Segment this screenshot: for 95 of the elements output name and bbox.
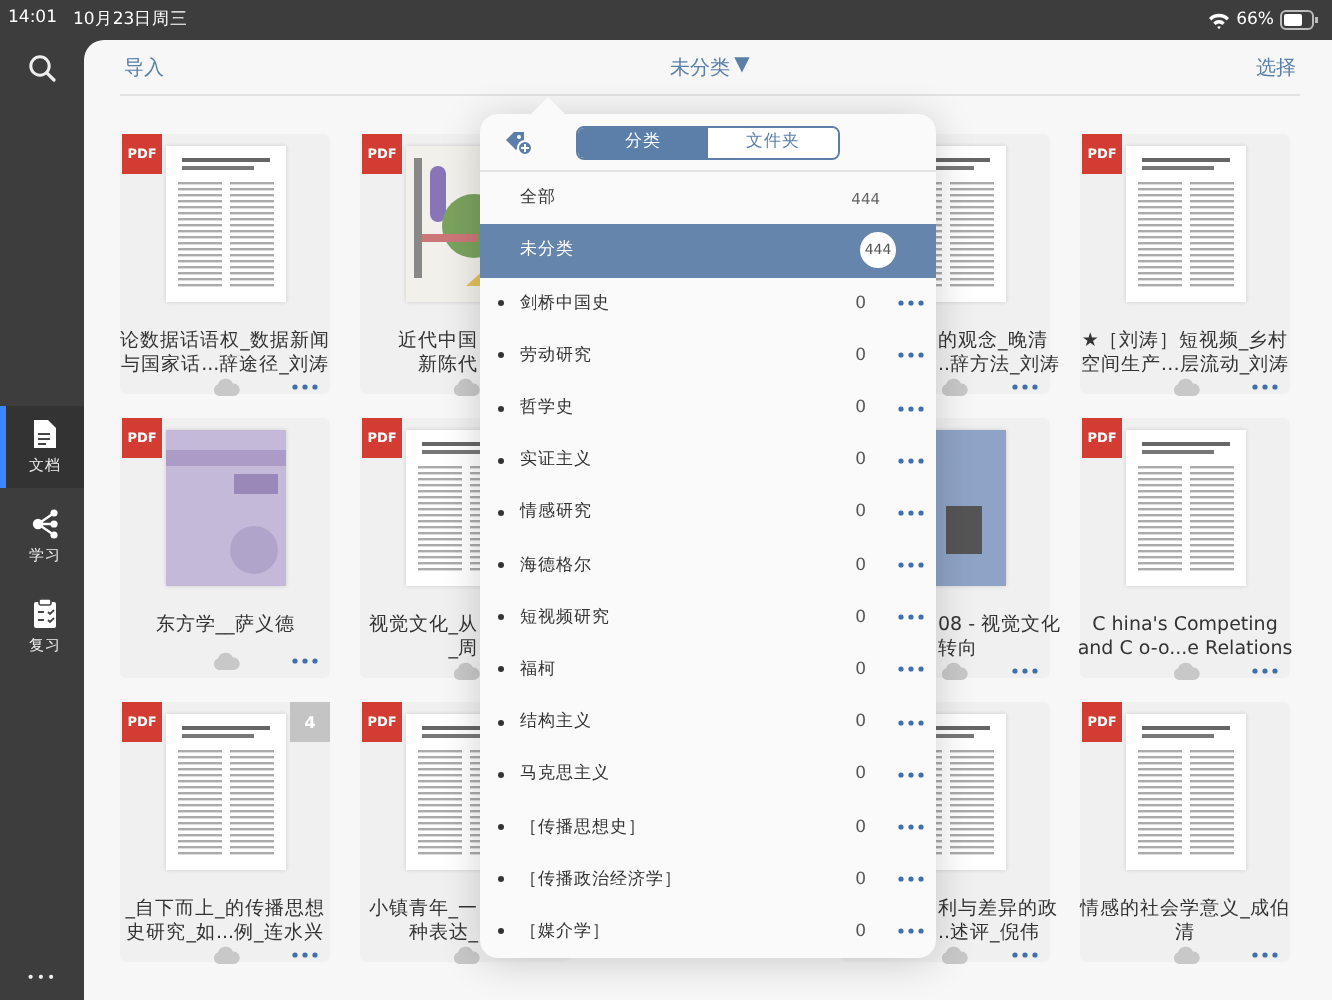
bullet-icon [498,562,504,569]
category-row[interactable]: ［媒介学］ 0 [480,905,936,958]
more-icon[interactable] [898,666,924,673]
select-link[interactable]: 选择 [1255,53,1296,81]
bullet-icon [498,928,504,935]
category-row[interactable]: 情感研究 0 [480,486,936,539]
document-title: 的观念_晚清 ..辞方法_刘涛 [938,330,1060,378]
bullet-icon [498,457,504,464]
document-title: _自下而上_的传播思想 史研究_如...例_连水兴 [125,898,325,946]
category-row[interactable]: 劳动研究 0 [480,329,936,382]
document-thumbnail[interactable] [1125,430,1245,586]
clipboard-icon [32,598,58,630]
item-count: 0 [855,869,866,890]
item-count: 0 [855,607,866,628]
bullet-icon [498,876,504,883]
document-title: 视觉文化_从 _周 [368,614,478,662]
item-count: 0 [855,712,866,733]
more-icon[interactable] [898,300,924,307]
battery-icon [1280,10,1320,30]
more-icon[interactable] [1012,668,1038,674]
category-dropdown[interactable]: 未分类 ▼ [670,53,750,81]
item-count: 0 [855,555,866,576]
more-icon[interactable] [1252,668,1278,674]
bullet-icon [498,824,504,831]
more-icon[interactable] [898,876,924,883]
more-icon[interactable] [1012,952,1038,958]
category-row[interactable]: ［传播政治经济学］ 0 [480,853,936,906]
page-count-badge: 4 [290,702,330,742]
more-icon[interactable] [898,771,924,778]
document-title: 近代中国 新陈代 [398,330,478,378]
item-count: 0 [855,345,866,366]
bullet-icon [498,509,504,516]
category-row[interactable]: 马克思主义 0 [480,748,936,801]
bullet-icon [498,405,504,412]
import-link[interactable]: 导入 [124,53,164,81]
item-count: 0 [855,659,866,680]
date-text: 10月23日周三 [73,8,189,32]
more-icon[interactable] [898,928,924,935]
more-icon[interactable] [898,719,924,726]
category-row[interactable]: 短视频研究 0 [480,591,936,644]
document-thumbnail[interactable] [165,714,285,870]
more-icon[interactable] [292,952,318,958]
document-title: 论数据话语权_数据新闻 与国家话...辞途径_刘涛 [120,330,330,378]
item-count: 0 [855,817,866,838]
bullet-icon [498,614,504,621]
item-count: 0 [855,293,866,314]
category-row[interactable]: 海德格尔 0 [480,539,936,592]
category-row[interactable]: 结构主义 0 [480,696,936,749]
bullet-icon [498,300,504,307]
more-icon[interactable] [898,562,924,569]
category-row[interactable]: 实证主义 0 [480,434,936,487]
tag-add-icon[interactable] [504,129,534,156]
network-icon [32,508,58,540]
bullet-icon [498,666,504,673]
bullet-icon [498,771,504,778]
document-title: 利与差异的政 ..述评_倪伟 [938,898,1058,946]
category-row[interactable]: ［传播思想史］ 0 [480,800,936,854]
battery-percent: 66% [1236,10,1274,30]
more-icon[interactable] [898,509,924,516]
more-icon[interactable] [898,824,924,831]
clock-time: 14:01 [8,8,57,32]
item-count: 0 [855,398,866,419]
more-icon[interactable] [898,352,924,359]
item-count: 0 [855,921,866,942]
more-icon[interactable] [898,457,924,464]
category-row[interactable]: 剑桥中国史 0 [480,277,936,330]
document-title: 08 - 视觉文化 转向 [938,614,1062,662]
category-row[interactable]: 哲学史 0 [480,381,936,435]
document-title: 东方学__萨义德 [155,614,295,640]
category-row[interactable]: 福柯 0 [480,643,936,697]
item-count: 0 [855,764,866,785]
more-icon[interactable] [292,384,318,390]
document-title: ★［刘涛］短视频_乡村 空间生产…层流动_刘涛 [1080,330,1290,378]
more-icon[interactable] [1012,384,1038,390]
document-icon [32,418,58,450]
document-thumbnail[interactable] [165,430,285,586]
document-thumbnail[interactable] [1125,146,1245,302]
document-title: 情感的社会学意义_成伯 清 [1080,898,1290,946]
wifi-icon [1208,11,1231,29]
more-icon[interactable] [1252,952,1278,958]
more-icon[interactable] [292,658,318,664]
search-icon[interactable] [28,54,56,82]
more-icon[interactable] [1252,384,1278,390]
bullet-icon [498,719,504,726]
document-thumbnail[interactable] [1125,714,1245,870]
item-count: 0 [855,450,866,471]
bullet-icon [498,352,504,359]
document-title: C hina's Competing and C o-o...e Relations [1077,614,1293,662]
document-title: 小镇青年_一 种表达_ [368,898,478,946]
more-icon[interactable] [898,614,924,621]
segment-tab[interactable]: 文件夹 [708,127,838,158]
segment-tab[interactable]: 分类 [578,127,708,158]
more-icon[interactable] [898,405,924,412]
item-count: 0 [855,502,866,523]
document-thumbnail[interactable] [165,146,285,302]
